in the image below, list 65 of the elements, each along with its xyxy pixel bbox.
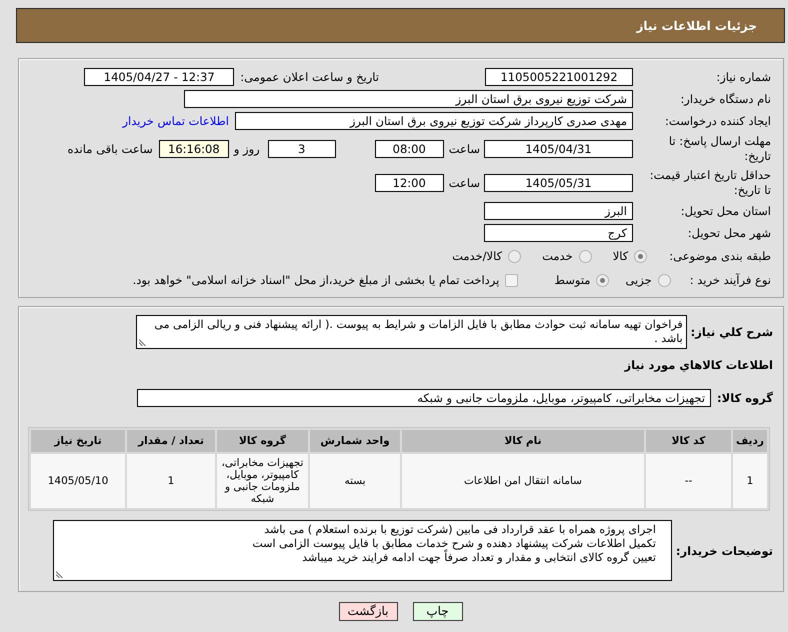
radio-button[interactable] xyxy=(578,250,592,262)
text-area[interactable]: اجرای پروژه همراه با عقد قرارداد فی مابین (شرکت توزیع با برنده استعلام ) می باشد تکمیل اطلاعات شرکت پیشنهاد دهنده و شرح خدمات مطابق با فایل پیوست الزامی است تعیین گروه کالای انتخابی و مقدار و تعداد صرفاً جهت ادامه فرایند خرید میباشد xyxy=(53,520,672,581)
print-button[interactable]: چاپ xyxy=(412,602,462,621)
column-header: گروه کالا xyxy=(217,430,308,452)
field-label: نام دستگاه خریدار: xyxy=(680,92,771,106)
table-cell: 1405/05/10 xyxy=(31,454,125,508)
value-field[interactable]: 1405/04/31 xyxy=(484,140,633,158)
checkbox-label: پرداخت تمام یا بخشی از مبلغ خرید،از محل "اسناد خزانه اسلامی" خواهد بود. xyxy=(132,272,500,288)
contact-info-link[interactable]: اطلاعات تماس خریدار xyxy=(122,112,229,130)
field-label: توضیحات خریدار: xyxy=(676,544,773,558)
column-header: تعداد / مقدار xyxy=(127,430,215,452)
radio-button[interactable] xyxy=(508,250,522,262)
field-label: حداقل تاریخ اعتبار قیمت: تا تاریخ: xyxy=(648,168,771,198)
table-cell: 1 xyxy=(127,454,215,508)
radio-label: کالا xyxy=(612,248,628,264)
value-field[interactable]: 1405/04/27 - 12:37 xyxy=(84,68,234,86)
value-field[interactable]: تجهیزات مخابراتی، کامپیوتر، موبایل، ملزومات جانبی و شبکه xyxy=(137,389,712,407)
radio-label: متوسط xyxy=(554,272,590,288)
checkbox[interactable] xyxy=(505,274,518,286)
field-label: شهر محل تحویل: xyxy=(688,226,771,240)
page-title: جزئیات اطلاعات نیاز xyxy=(636,18,757,32)
field-label: مهلت ارسال پاسخ: تا تاریخ: xyxy=(668,134,771,164)
value-field[interactable]: 1405/05/31 xyxy=(484,174,633,192)
radio-button[interactable] xyxy=(658,274,671,286)
radio-label: کالا/خدمت xyxy=(452,248,502,264)
radio-label: خدمت xyxy=(542,248,573,264)
table-cell: -- xyxy=(646,454,731,508)
text-area[interactable]: فراخوان تهیه سامانه ثبت حوادث مطابق با فایل الزامات و شرایط به پیوست .( ارائه پیشنهاد فنی و ریالی الزامی می باشد . xyxy=(136,315,687,349)
value-field[interactable]: 12:00 xyxy=(374,174,444,192)
field-label: شماره نیاز: xyxy=(716,70,771,84)
field-label: استان محل تحویل: xyxy=(680,204,771,218)
field-label: تاریخ و ساعت اعلان عمومی: xyxy=(240,69,379,86)
column-header: ردیف xyxy=(733,430,767,452)
field-label: نوع فرآیند خرید : xyxy=(690,272,771,288)
table-cell: سامانه انتقال امن اطلاعات xyxy=(402,454,644,508)
value-field[interactable]: کرج xyxy=(484,224,633,242)
back-button[interactable]: بازگشت xyxy=(338,602,398,621)
column-header: واحد شمارش xyxy=(310,430,400,452)
radio-label: جزیی xyxy=(625,272,652,288)
radio-button[interactable] xyxy=(634,250,648,262)
value-field[interactable]: شرکت توزیع نیروی برق استان البرز xyxy=(184,90,633,108)
field-label: گروه کالا: xyxy=(717,391,773,405)
section-title: اطلاعات کالاهاي مورد نیاز xyxy=(624,357,773,373)
field-label: ایجاد کننده درخواست: xyxy=(665,114,771,128)
resize-grip-icon[interactable] xyxy=(56,570,64,578)
value-field[interactable]: 16:16:08 xyxy=(158,140,229,158)
field-label: طبقه بندی موضوعی: xyxy=(669,248,771,264)
resize-grip-icon[interactable] xyxy=(139,338,147,346)
field-label: ساعت باقی مانده xyxy=(68,141,153,158)
column-header: کد کالا xyxy=(646,430,731,452)
table-cell: تجهیزات مخابراتی، کامپیوتر، موبایل، ملزومات جانبی و شبکه xyxy=(217,454,308,508)
table-cell: 1 xyxy=(733,454,767,508)
table-cell: بسته xyxy=(310,454,400,508)
radio-button[interactable] xyxy=(596,274,610,286)
value-field[interactable]: 1105005221001292 xyxy=(485,68,633,86)
field-label: روز و xyxy=(234,141,260,158)
value-field[interactable]: 08:00 xyxy=(374,140,444,158)
value-field[interactable]: 3 xyxy=(268,140,336,158)
value-field[interactable]: البرز xyxy=(484,202,633,220)
column-header: تاریخ نیاز xyxy=(31,430,125,452)
field-label: شرح کلي نیاز: xyxy=(690,325,773,339)
column-header: نام کالا xyxy=(402,430,644,452)
value-field[interactable]: مهدی صدری کارپرداز شرکت توزیع نیروی برق استان البرز xyxy=(235,112,633,130)
field-label: ساعت xyxy=(448,141,480,158)
field-label: ساعت xyxy=(448,175,480,192)
